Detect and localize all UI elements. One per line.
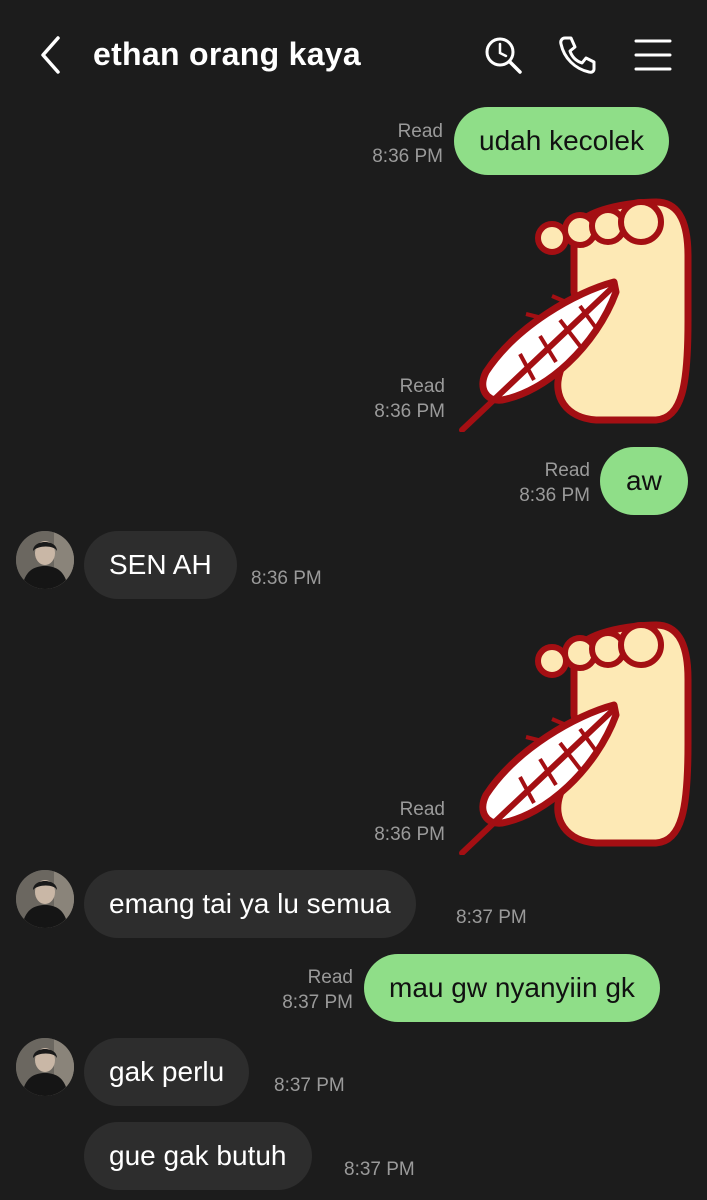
message-bubble-sent[interactable]: aw	[600, 447, 688, 515]
menu-button[interactable]	[632, 34, 674, 76]
back-button[interactable]	[36, 34, 70, 76]
read-receipt: Read 8:36 PM	[374, 799, 445, 845]
person-avatar-icon	[16, 1038, 74, 1096]
read-receipt: Read 8:36 PM	[372, 121, 443, 167]
message-time: 8:37 PM	[456, 907, 527, 928]
search-icon	[485, 37, 522, 74]
message-bubble-sent[interactable]: udah kecolek	[454, 107, 670, 175]
contact-avatar[interactable]	[16, 870, 74, 928]
message-bubble-received[interactable]: SEN AH	[84, 531, 237, 599]
read-receipt: Read 8:37 PM	[282, 967, 353, 1013]
foot-feather-sticker[interactable]	[456, 196, 692, 433]
contact-avatar[interactable]	[16, 531, 74, 589]
read-receipt: Read 8:36 PM	[519, 460, 590, 506]
hamburger-menu-icon	[634, 39, 672, 71]
phone-icon	[559, 36, 596, 74]
foot-feather-tickle-sticker	[459, 198, 692, 433]
message-time: 8:36 PM	[251, 568, 322, 589]
chevron-left-icon	[41, 36, 60, 74]
person-avatar-icon	[16, 870, 74, 928]
contact-avatar[interactable]	[16, 1038, 74, 1096]
message-bubble-received[interactable]: gak perlu	[84, 1038, 250, 1106]
chat-header: ethan orang kaya	[0, 0, 707, 108]
message-bubble-sent[interactable]: mau gw nyanyiin gk	[364, 954, 660, 1022]
read-receipt: Read 8:36 PM	[374, 376, 445, 422]
message-bubble-received[interactable]: gue gak butuh	[84, 1122, 312, 1190]
message-bubble-received[interactable]: emang tai ya lu semua	[84, 870, 416, 938]
search-button[interactable]	[482, 34, 524, 76]
call-button[interactable]	[556, 34, 598, 76]
message-time: 8:37 PM	[274, 1075, 345, 1096]
foot-feather-tickle-sticker	[459, 621, 692, 856]
person-avatar-icon	[16, 531, 74, 589]
message-time: 8:37 PM	[344, 1159, 415, 1180]
chat-title: ethan orang kaya	[93, 36, 362, 72]
foot-feather-sticker[interactable]	[456, 619, 692, 856]
